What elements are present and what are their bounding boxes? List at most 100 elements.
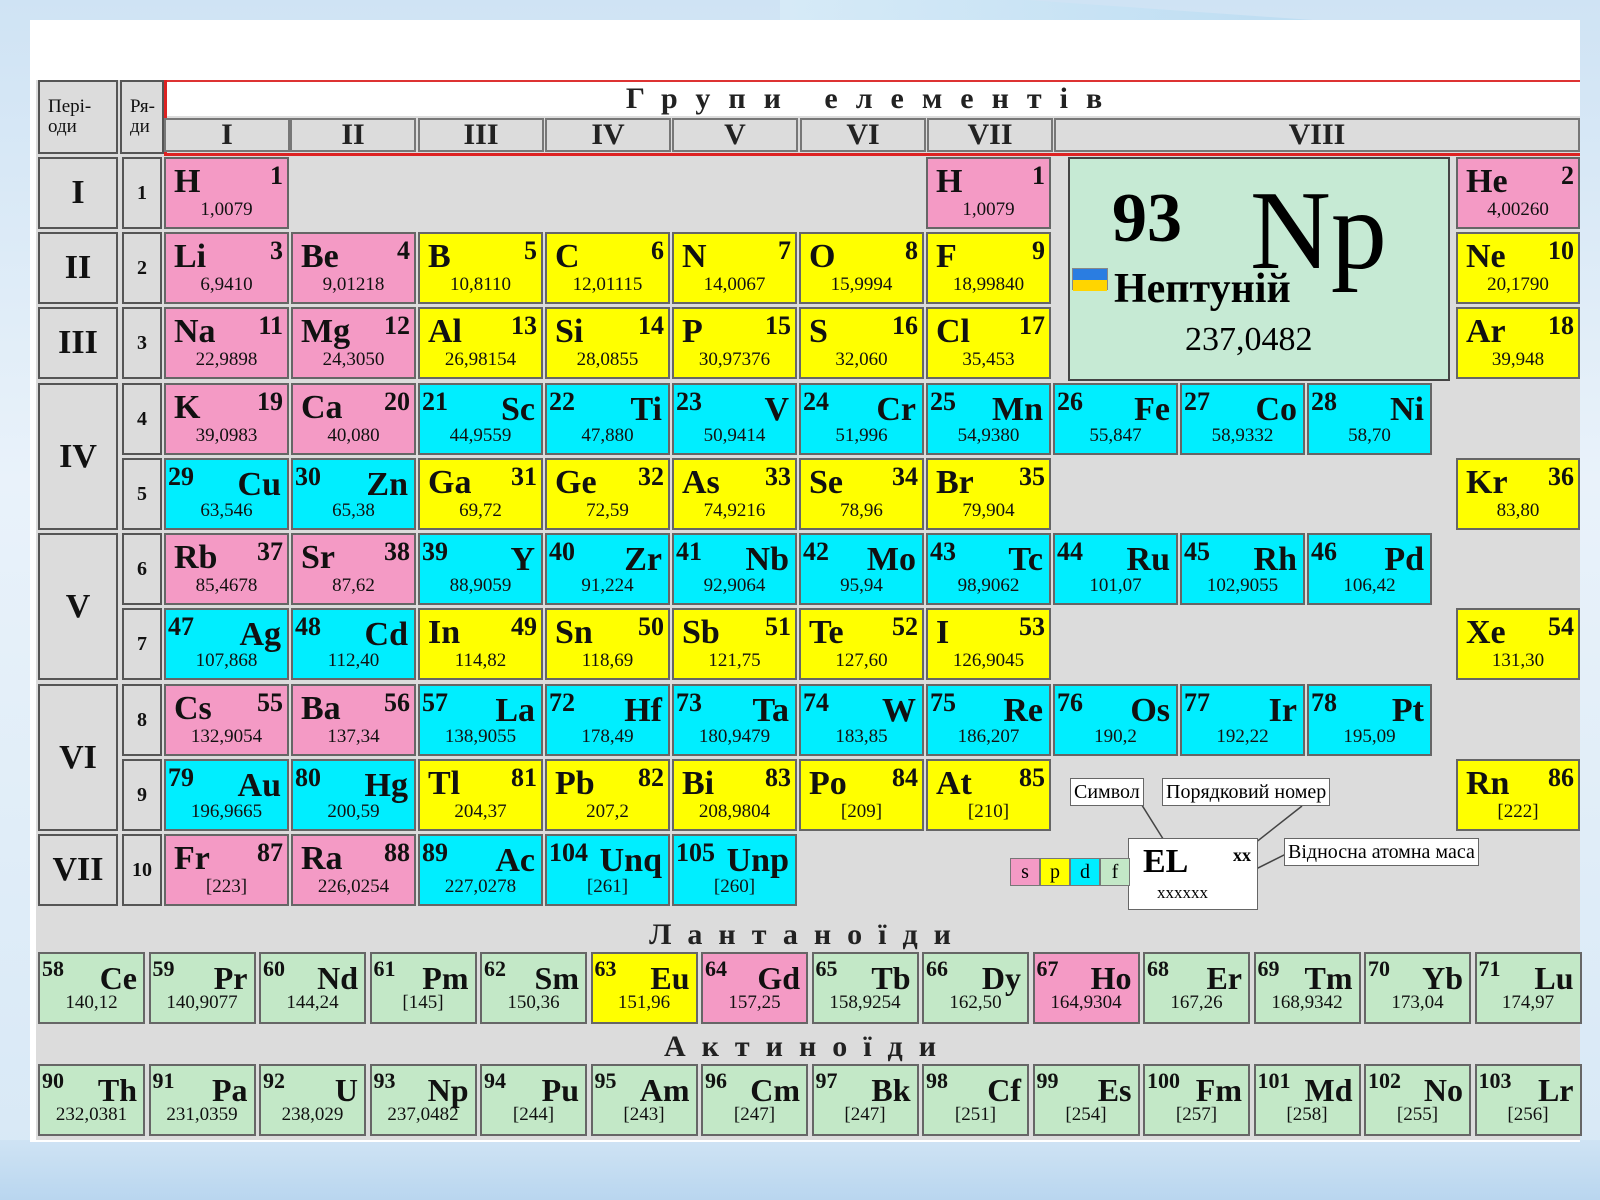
featured-element: 93 Np Нептуній 237,0482: [1068, 157, 1450, 381]
element-symbol: Be: [301, 238, 339, 275]
element-number: 40: [549, 537, 575, 566]
element-mass: 186,207: [957, 726, 1020, 747]
group-header-VII: VII: [927, 118, 1053, 152]
element-mass: 9,01218: [322, 274, 385, 295]
element-cell: Pt 78 195,09: [1307, 684, 1432, 756]
element-mass: 4,00260: [1487, 199, 1549, 220]
element-mass: [209]: [840, 801, 883, 822]
element-cell: Cl 17 35,453: [926, 307, 1051, 379]
ukraine-flag-icon: [1072, 268, 1108, 291]
element-symbol: B: [428, 238, 451, 275]
element-mass: 72,59: [586, 500, 629, 521]
periods-header: Пері-оди: [38, 80, 118, 154]
element-number: 4: [397, 236, 410, 265]
f-element-cell: 99 Es [254]: [1032, 1064, 1140, 1136]
element-number: 70: [1368, 956, 1390, 981]
element-number: 77: [1184, 688, 1210, 717]
element-number: 64: [705, 956, 727, 981]
element-number: 57: [422, 688, 448, 717]
element-number: 62: [484, 956, 506, 981]
element-mass: [260]: [713, 876, 756, 897]
element-mass: 158,9254: [829, 992, 901, 1013]
element-symbol: Ba: [301, 690, 341, 727]
element-mass: 204,37: [454, 801, 507, 822]
row-label: 1: [122, 157, 162, 229]
element-number: 34: [892, 462, 918, 491]
element-cell: Ir 77 192,22: [1180, 684, 1305, 756]
element-symbol: Re: [1003, 692, 1043, 729]
element-symbol: Sn: [555, 614, 593, 651]
element-mass: 140,9077: [166, 992, 238, 1013]
element-symbol: Ru: [1126, 541, 1170, 578]
element-number: 93: [373, 1068, 396, 1093]
element-mass: 195,09: [1343, 726, 1396, 747]
element-cell: Nb 41 92,9064: [672, 533, 797, 605]
element-mass: 183,85: [835, 726, 888, 747]
element-number: 3: [270, 236, 283, 265]
element-symbol: Ar: [1466, 313, 1506, 350]
element-number: 80: [295, 763, 321, 792]
element-mass: 112,40: [327, 650, 380, 671]
element-number: 88: [384, 838, 410, 867]
element-cell: Ti 22 47,880: [545, 383, 670, 455]
element-number: 69: [1257, 956, 1280, 981]
element-mass: 232,0381: [55, 1104, 128, 1125]
element-cell: Rn 86 [222]: [1456, 759, 1580, 831]
element-number: 75: [930, 688, 956, 717]
element-symbol: Ge: [555, 464, 597, 501]
element-number: 105: [676, 838, 715, 867]
legend-number: xx: [1233, 845, 1251, 865]
element-mass: 32,060: [835, 349, 888, 370]
element-mass: 24,3050: [322, 349, 385, 370]
element-cell: Li 3 6,9410: [164, 232, 289, 304]
element-number: 39: [422, 537, 448, 566]
f-element-cell: 58 Ce 140,12: [38, 952, 145, 1024]
element-mass: 227,0278: [444, 876, 517, 897]
element-number: 35: [1019, 462, 1045, 491]
element-number: 76: [1057, 688, 1083, 717]
element-mass: [243]: [623, 1104, 665, 1125]
element-number: 54: [1548, 612, 1574, 641]
f-element-cell: 65 Tb 158,9254: [811, 952, 919, 1024]
element-symbol: Unq: [599, 842, 662, 879]
period-label: V: [38, 533, 118, 680]
element-symbol: Fe: [1134, 391, 1170, 428]
element-symbol: Ne: [1466, 238, 1506, 275]
f-element-cell: 64 Gd 157,25: [701, 952, 808, 1024]
element-number: 11: [258, 311, 283, 340]
element-cell: Si 14 28,0855: [545, 307, 670, 379]
element-symbol: Bi: [682, 765, 715, 802]
f-element-cell: 60 Nd 144,24: [259, 952, 366, 1024]
featured-number: 93: [1112, 180, 1182, 257]
element-mass: 65,38: [332, 500, 375, 521]
group-header-VIII: VIII: [1054, 118, 1580, 152]
element-cell: Ca 20 40,080: [291, 383, 416, 455]
element-number: 67: [1036, 956, 1059, 981]
element-mass: 140,12: [65, 992, 118, 1013]
background-footer: [0, 1140, 1600, 1200]
element-symbol: Fr: [174, 840, 210, 877]
element-cell: Tc 43 98,9062: [926, 533, 1051, 605]
element-mass: 102,9055: [1206, 575, 1279, 596]
element-mass: 178,49: [581, 726, 634, 747]
element-mass: 39,948: [1491, 349, 1545, 370]
element-mass: 26,98154: [444, 349, 517, 370]
element-symbol: F: [936, 238, 957, 275]
element-symbol: At: [936, 765, 972, 802]
element-mass: [145]: [402, 992, 444, 1013]
f-element-cell: 97 Bk [247]: [811, 1064, 919, 1136]
element-symbol: La: [495, 692, 535, 729]
element-cell: B 5 10,8110: [418, 232, 543, 304]
element-number: 28: [1311, 387, 1337, 416]
element-number: 21: [422, 387, 448, 416]
element-cell: Ac 89 227,0278: [418, 834, 543, 906]
element-mass: [222]: [1497, 801, 1539, 822]
groups-title: Групи елементів: [164, 80, 1580, 116]
f-element-cell: 59 Pr 140,9077: [148, 952, 256, 1024]
element-cell: Sn 50 118,69: [545, 608, 670, 680]
period-label: VI: [38, 684, 118, 831]
element-mass: 63,546: [200, 500, 253, 521]
element-number: 13: [511, 311, 537, 340]
element-cell: W 74 183,85: [799, 684, 924, 756]
element-mass: 167,26: [1170, 992, 1223, 1013]
